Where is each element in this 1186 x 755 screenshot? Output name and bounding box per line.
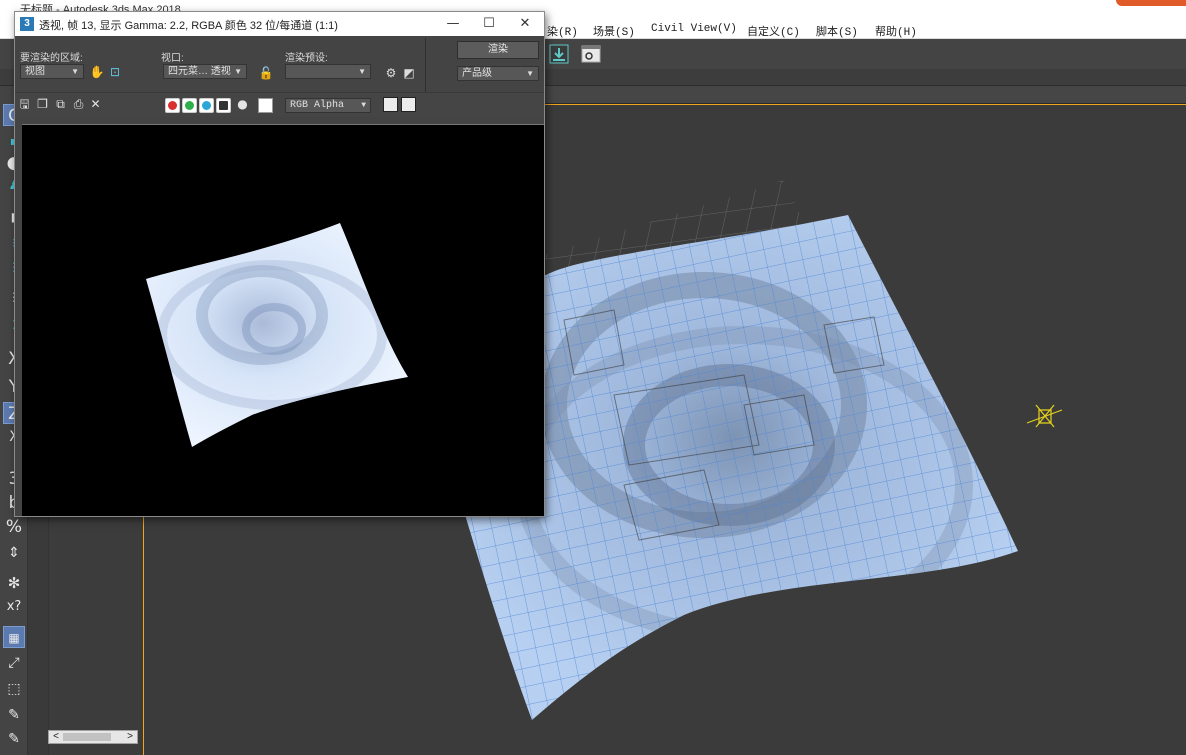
menu-customize[interactable]: 自定义(C) xyxy=(747,23,800,39)
region-select-icon[interactable]: ⬚ xyxy=(3,678,25,700)
lock-icon[interactable]: 🔓 xyxy=(258,65,274,81)
clone-window-icon[interactable]: ⧉ xyxy=(53,97,68,112)
viewport-value: 四元菜… 透视 xyxy=(168,66,231,77)
render-button[interactable]: 渲染 xyxy=(457,41,539,59)
percent-snap-icon[interactable]: % xyxy=(3,516,25,538)
pick-icon[interactable]: ⤢ xyxy=(3,652,25,674)
scroll-left-icon[interactable]: < xyxy=(50,730,62,744)
green-channel-icon[interactable] xyxy=(182,98,197,113)
environment-effects-icon[interactable]: ◩ xyxy=(401,65,417,81)
minimize-icon[interactable]: — xyxy=(439,14,467,34)
swatch-icon[interactable] xyxy=(258,98,273,113)
toggle-ui-icon[interactable] xyxy=(401,97,416,112)
selection-grid-icon[interactable]: ▦ xyxy=(3,626,25,648)
menu-scene[interactable]: 场景(S) xyxy=(593,23,635,39)
clear-icon[interactable]: ✕ xyxy=(88,97,103,112)
app-3ds-icon: 3 xyxy=(20,17,34,31)
render-window-toolbar: 🖫 ❐ ⧉ ⎙ ✕ ● RGB Alpha ▼ xyxy=(15,92,544,116)
scroll-thumb[interactable] xyxy=(63,733,111,741)
chevron-down-icon: ▼ xyxy=(526,69,534,78)
rendered-image xyxy=(22,124,544,516)
edit-named-selection-icon[interactable]: ✎ xyxy=(3,704,25,726)
save-image-icon[interactable]: 🖫 xyxy=(17,97,32,112)
display-channel-value: RGB Alpha xyxy=(290,100,345,111)
rendered-frame-window: 3 透视, 帧 13, 显示 Gamma: 2.2, RGBA 颜色 32 位/… xyxy=(14,11,545,517)
menu-help[interactable]: 帮助(H) xyxy=(875,23,917,39)
menu-render[interactable]: 染(R) xyxy=(547,23,578,39)
horizontal-scrollbar[interactable]: < > xyxy=(48,730,138,744)
xview-icon[interactable]: x? xyxy=(3,596,25,618)
app-root: 无标题 - Autodesk 3ds Max 2018 染(R) 场景(S) C… xyxy=(0,0,1186,755)
toggle-ui-overlay-icon[interactable] xyxy=(383,97,398,112)
render-window-title: 透视, 帧 13, 显示 Gamma: 2.2, RGBA 颜色 32 位/每通… xyxy=(39,20,338,32)
maximize-icon[interactable]: ☐ xyxy=(475,14,503,34)
blue-channel-icon[interactable] xyxy=(199,98,214,113)
hand-pan-icon[interactable]: ✋ xyxy=(89,64,105,80)
render-setup-icon[interactable]: ⚙ xyxy=(383,65,399,81)
area-to-render-label: 要渲染的区域: xyxy=(20,53,83,64)
copy-image-icon[interactable]: ❐ xyxy=(35,97,50,112)
monochrome-icon[interactable]: ● xyxy=(235,97,250,112)
render-frame-window-icon[interactable] xyxy=(581,44,601,64)
render-window-titlebar: 3 透视, 帧 13, 显示 Gamma: 2.2, RGBA 颜色 32 位/… xyxy=(15,12,544,36)
render-quality-dropdown[interactable]: 产品级 ▼ xyxy=(457,66,539,81)
settings-divider xyxy=(425,38,426,96)
alpha-channel-icon[interactable] xyxy=(216,98,231,113)
chevron-down-icon: ▼ xyxy=(358,67,366,76)
render-quality-value: 产品级 xyxy=(462,68,492,79)
object-gizmo[interactable] xyxy=(1026,404,1063,428)
chevron-down-icon: ▼ xyxy=(234,67,242,76)
isolate-icon[interactable]: ✻ xyxy=(3,572,25,594)
scroll-right-icon[interactable]: > xyxy=(124,730,136,744)
display-channel-dropdown[interactable]: RGB Alpha ▼ xyxy=(285,98,371,113)
menu-civil-view[interactable]: Civil View(V) xyxy=(651,23,737,35)
area-to-render-value: 视图 xyxy=(25,66,45,77)
title-accent xyxy=(1116,0,1186,6)
render-to-texture-icon[interactable] xyxy=(549,44,569,64)
menu-script[interactable]: 脚本(S) xyxy=(816,23,858,39)
chevron-down-icon: ▼ xyxy=(71,67,79,76)
chevron-down-icon: ▼ xyxy=(361,101,366,110)
print-icon[interactable]: ⎙ xyxy=(71,97,86,112)
area-to-render-dropdown[interactable]: 视图 ▼ xyxy=(20,64,84,79)
render-preset-dropdown[interactable]: ▼ xyxy=(285,64,371,79)
spinner-snap-icon[interactable]: ⇕ xyxy=(3,542,25,564)
red-channel-icon[interactable] xyxy=(165,98,180,113)
viewport-label: 视口: xyxy=(161,53,184,64)
render-preset-label: 渲染预设: xyxy=(285,53,328,64)
region-crop-icon[interactable]: ⊡ xyxy=(107,64,123,80)
viewport-dropdown[interactable]: 四元菜… 透视 ▼ xyxy=(163,64,247,79)
rendered-cloth xyxy=(146,223,408,447)
named-selection-icon[interactable]: ✎ xyxy=(3,728,25,750)
close-icon[interactable]: ✕ xyxy=(511,14,539,34)
